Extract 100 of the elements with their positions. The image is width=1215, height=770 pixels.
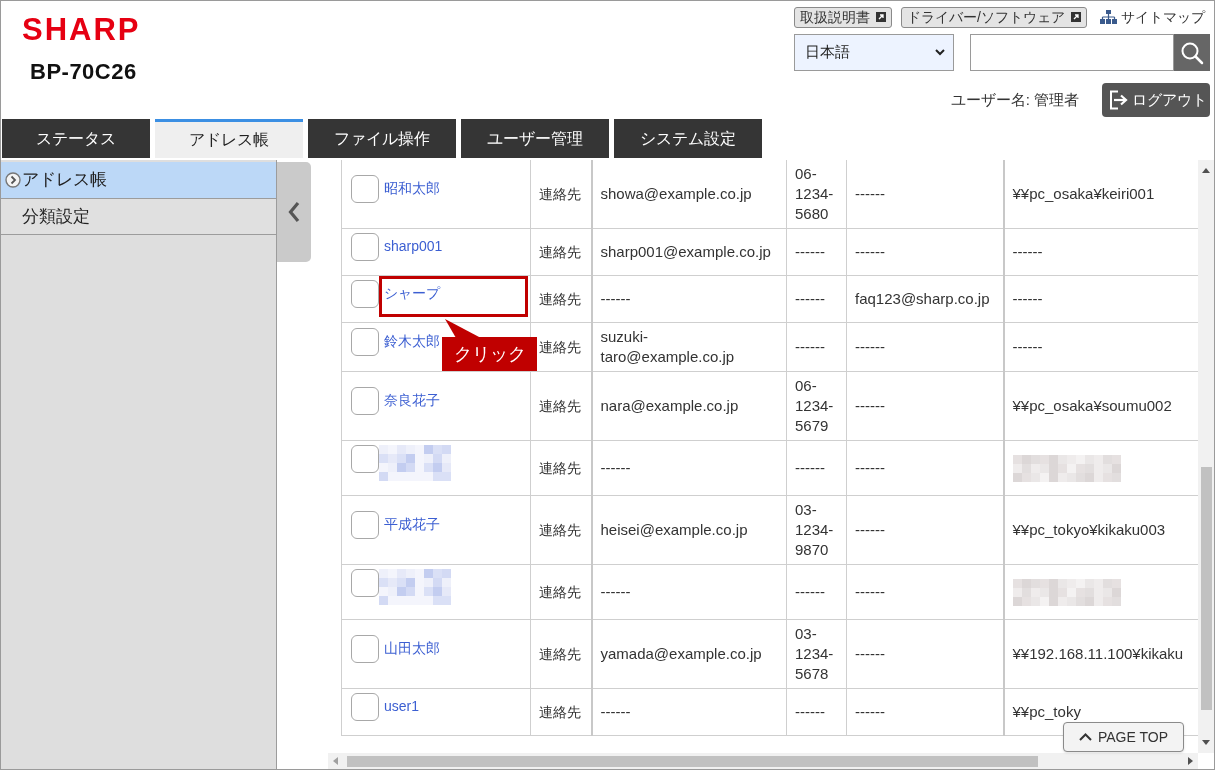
row-checkbox[interactable] xyxy=(351,569,379,597)
nav-tab[interactable]: ステータス xyxy=(2,119,150,158)
table-cell: ------ xyxy=(795,290,825,307)
row-checkbox[interactable] xyxy=(351,280,379,308)
table-cell: 連絡先 xyxy=(539,584,581,600)
horizontal-scrollbar[interactable] xyxy=(328,753,1198,769)
row-checkbox[interactable] xyxy=(351,511,379,539)
user-name-label: ユーザー名: 管理者 xyxy=(950,89,1079,110)
table-cell: 06-1234-5680 xyxy=(795,165,834,222)
nav-tab[interactable]: ユーザー管理 xyxy=(461,119,609,158)
nav-tab[interactable]: アドレス帳 xyxy=(155,119,303,158)
table-cell: ------ xyxy=(795,243,825,260)
table-cell: ------ xyxy=(795,583,825,600)
table-cell: ------ xyxy=(855,397,885,414)
contact-name-link[interactable]: 平成花子 xyxy=(384,511,440,534)
brand-logo: SHARP xyxy=(22,16,141,44)
sitemap-icon xyxy=(1100,10,1117,24)
table-cell: ------ xyxy=(795,703,825,720)
table-cell: ¥¥pc_osaka¥soumu002 xyxy=(1012,397,1172,414)
blurred-text-block xyxy=(379,445,451,481)
sidebar-item[interactable]: アドレス帳 xyxy=(1,162,276,199)
table-cell: 連絡先 xyxy=(539,398,581,414)
table-cell: 連絡先 xyxy=(539,186,581,202)
callout-pointer-icon xyxy=(445,319,481,338)
table-cell: 連絡先 xyxy=(539,704,581,720)
row-checkbox[interactable] xyxy=(351,445,379,473)
table-cell: 連絡先 xyxy=(539,460,581,476)
table-cell: 連絡先 xyxy=(539,291,581,307)
contact-name-link[interactable]: 山田太郎 xyxy=(384,635,440,658)
nav-tab[interactable]: ファイル操作 xyxy=(308,119,456,158)
table-cell: ------ xyxy=(795,338,825,355)
table-cell: ------ xyxy=(855,459,885,476)
table-cell: 連絡先 xyxy=(539,522,581,538)
table-cell: 連絡先 xyxy=(539,244,581,260)
table-cell: ¥¥pc_osaka¥keiri001 xyxy=(1012,185,1155,202)
table-cell: ------ xyxy=(795,459,825,476)
scroll-down-arrow-icon[interactable] xyxy=(1202,740,1210,745)
language-select[interactable]: 日本語 xyxy=(794,34,954,71)
contact-name-link[interactable]: 奈良花子 xyxy=(384,387,440,410)
table-cell: sharp001@example.co.jp xyxy=(600,243,771,260)
table-cell: ------ xyxy=(855,185,885,202)
scrollbar-thumb[interactable] xyxy=(347,755,1038,767)
search-button[interactable] xyxy=(1174,34,1210,71)
row-checkbox[interactable] xyxy=(351,693,379,721)
caret-up-icon xyxy=(1079,733,1092,741)
table-cell: suzuki-taro@example.co.jp xyxy=(600,328,735,365)
table-cell: ¥¥192.168.11.100¥kikaku xyxy=(1012,645,1184,662)
row-checkbox[interactable] xyxy=(351,387,379,415)
sitemap-link[interactable]: サイトマップ xyxy=(1100,6,1205,28)
table-cell: ------ xyxy=(1012,290,1043,307)
table-cell: ------ xyxy=(855,583,885,600)
contact-name-link[interactable]: シャープ xyxy=(384,280,440,303)
table-cell: faq123@sharp.co.jp xyxy=(855,290,990,307)
table-cell: showa@example.co.jp xyxy=(600,185,752,202)
external-link-button[interactable]: 取扱説明書 xyxy=(794,6,893,28)
row-checkbox[interactable] xyxy=(351,233,379,261)
row-checkbox[interactable] xyxy=(351,175,379,203)
scroll-left-arrow-icon[interactable] xyxy=(333,757,338,765)
table-cell: ------ xyxy=(600,459,631,476)
table-cell: yamada@example.co.jp xyxy=(600,645,762,662)
table-cell: ¥¥pc_tokyo¥kikaku003 xyxy=(1012,521,1166,538)
external-link-button[interactable]: ドライバー/ソフトウェア xyxy=(901,6,1087,28)
table-cell: ------ xyxy=(855,521,885,538)
contact-name-link[interactable]: sharp001 xyxy=(384,233,443,256)
table-cell: ------ xyxy=(855,645,885,662)
table-cell: heisei@example.co.jp xyxy=(600,521,748,538)
scrollbar-thumb[interactable] xyxy=(1200,467,1212,710)
table-cell: 連絡先 xyxy=(539,339,581,355)
page-top-button[interactable]: PAGE TOP xyxy=(1063,722,1184,752)
contact-name-link[interactable]: user1 xyxy=(384,693,420,716)
chevron-left-icon xyxy=(288,201,300,223)
table-cell: ------ xyxy=(600,583,631,600)
search-field[interactable] xyxy=(970,34,1174,71)
table-cell: 連絡先 xyxy=(539,646,581,662)
table-cell: nara@example.co.jp xyxy=(600,397,739,414)
table-cell: ------ xyxy=(855,243,885,260)
contact-name-link[interactable]: 昭和太郎 xyxy=(384,175,440,198)
external-link-icon xyxy=(876,12,887,22)
search-icon xyxy=(1180,40,1204,65)
nav-tab[interactable]: システム設定 xyxy=(614,119,762,158)
row-checkbox[interactable] xyxy=(351,328,379,356)
table-cell: 03-1234-5678 xyxy=(795,625,834,682)
model-name: BP-70C26 xyxy=(30,58,137,86)
table-cell: ¥¥pc_toky xyxy=(1012,703,1081,720)
blurred-text-block xyxy=(379,569,451,605)
external-link-icon xyxy=(1071,12,1081,22)
chevron-down-icon xyxy=(935,49,945,56)
scroll-right-arrow-icon[interactable] xyxy=(1188,757,1193,765)
table-cell: 06-1234-5679 xyxy=(795,377,834,434)
vertical-scrollbar[interactable] xyxy=(1198,160,1214,753)
table-cell: ------ xyxy=(855,703,885,720)
contact-name-link[interactable]: 鈴木太郎 xyxy=(384,328,440,351)
sidebar-collapse-button[interactable] xyxy=(277,162,311,262)
scroll-up-arrow-icon[interactable] xyxy=(1202,168,1210,173)
row-checkbox[interactable] xyxy=(351,635,379,663)
circled-chevron-icon xyxy=(5,172,21,188)
table-cell: 03-1234-9870 xyxy=(795,501,834,558)
logout-button[interactable]: ログアウト xyxy=(1102,83,1210,117)
table-cell: ------ xyxy=(1012,338,1043,355)
table-cell: ------ xyxy=(855,338,885,355)
